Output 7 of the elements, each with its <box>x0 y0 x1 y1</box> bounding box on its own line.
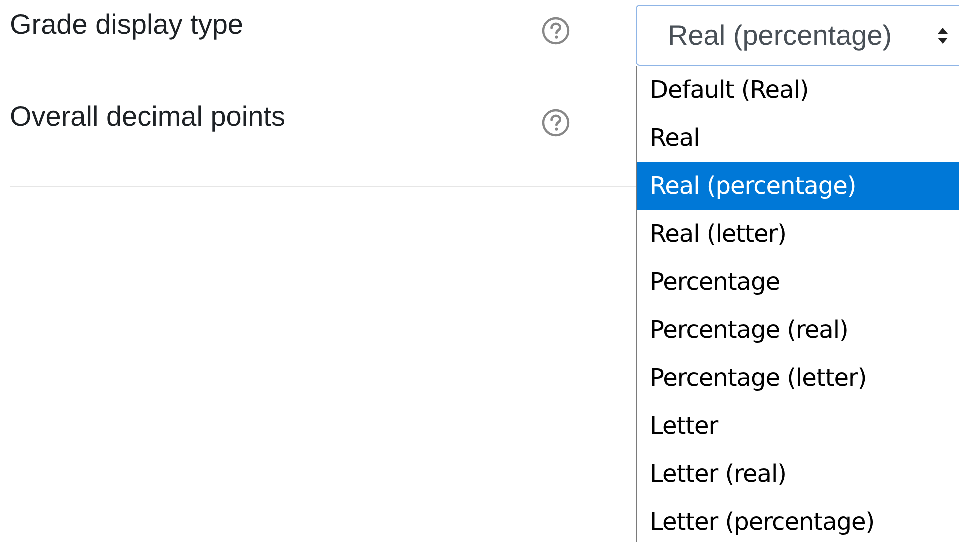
sort-arrows-icon <box>937 26 949 44</box>
field-label: Grade display type <box>10 10 244 40</box>
dropdown-option[interactable]: Real (percentage) <box>637 162 959 210</box>
help-icon[interactable] <box>541 16 571 46</box>
select-field[interactable]: Real (percentage) <box>636 5 959 66</box>
help-icon[interactable] <box>541 108 571 138</box>
field-label: Overall decimal points <box>10 102 286 132</box>
